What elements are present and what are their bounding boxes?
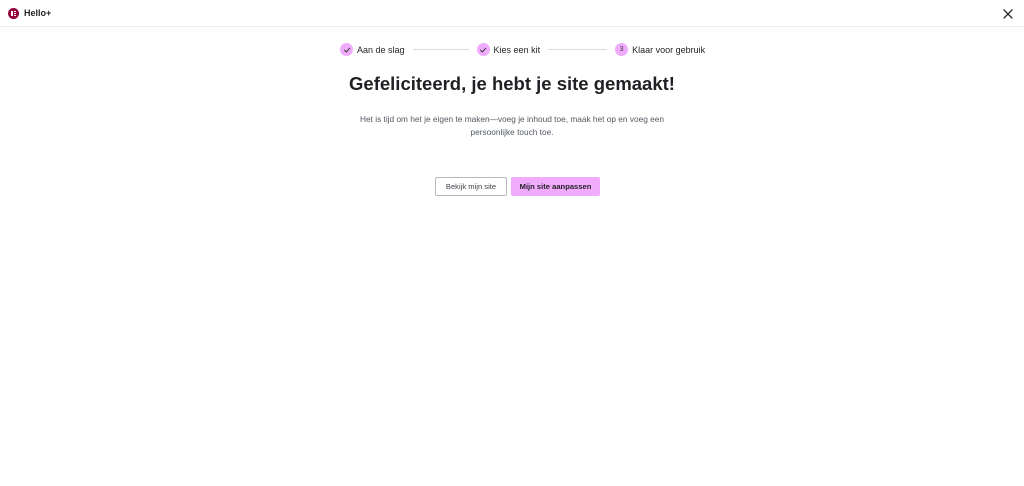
step-1-check-icon [340, 43, 353, 56]
close-icon [1003, 9, 1013, 19]
page-subtitle: Het is tijd om het je eigen te maken—voe… [360, 114, 664, 137]
step-connector [412, 49, 469, 50]
close-button[interactable] [1001, 7, 1015, 21]
action-buttons: Bekijk mijn site Mijn site aanpassen [0, 177, 1024, 196]
page-title: Gefeliciteerd, je hebt je site gemaakt! [349, 73, 675, 94]
elementor-logo-icon [8, 7, 19, 19]
step-connector [548, 49, 608, 50]
progress-stepper: Aan de slag Kies een kit 3 Klaar voor ge… [340, 43, 705, 56]
view-site-button[interactable]: Bekijk mijn site [435, 177, 507, 196]
step-1-label: Aan de slag [357, 44, 405, 55]
customize-site-button[interactable]: Mijn site aanpassen [511, 177, 600, 196]
step-1: Aan de slag [340, 43, 405, 56]
brand: Hello+ [8, 7, 52, 19]
step-3-label: Klaar voor gebruik [632, 44, 706, 55]
step-2: Kies een kit [476, 43, 541, 56]
step-2-label: Kies een kit [493, 44, 541, 55]
top-bar: Hello+ [0, 0, 1024, 27]
step-3: 3 Klaar voor gebruik [615, 43, 705, 56]
step-3-number: 3 [615, 43, 629, 56]
step-2-check-icon [476, 43, 490, 56]
app-title: Hello+ [24, 8, 52, 18]
